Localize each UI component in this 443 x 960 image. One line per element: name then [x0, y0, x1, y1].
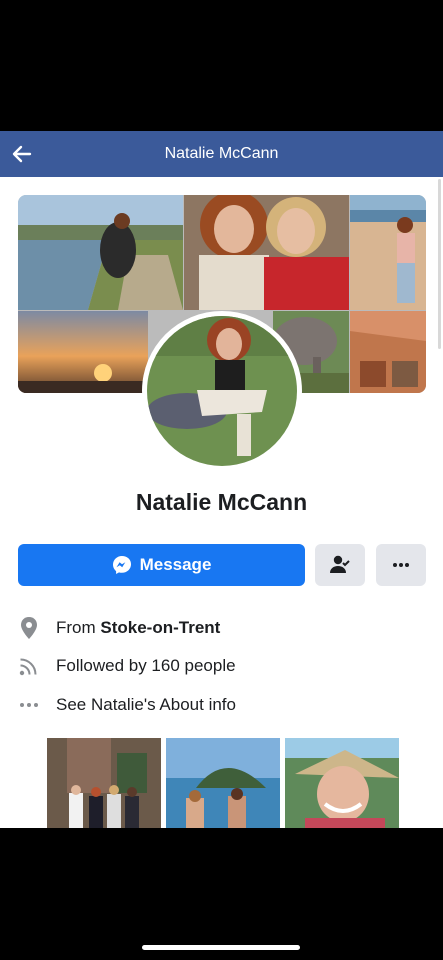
photo-thumbnail-island[interactable]	[166, 738, 280, 828]
scrollbar[interactable]	[438, 179, 441, 349]
top-bar: Natalie McCann	[0, 131, 443, 177]
more-horizontal-icon	[18, 694, 40, 716]
more-icon	[393, 563, 409, 567]
location-pin-icon	[18, 617, 40, 639]
profile-name: Natalie McCann	[135, 489, 308, 515]
message-button[interactable]: Message	[18, 544, 305, 586]
add-friend-icon	[330, 555, 350, 573]
cover-tile-lake	[18, 195, 183, 310]
about-link-text: See Natalie's About info	[56, 695, 236, 714]
photo-thumbnail-group[interactable]	[47, 738, 161, 828]
page-title: Natalie McCann	[164, 145, 279, 162]
cover-tile-sunset	[18, 311, 148, 393]
followers-text: Followed by 160 people	[56, 656, 236, 675]
hometown-prefix: From	[56, 618, 101, 637]
cover-tile-selfie	[184, 195, 349, 310]
messenger-icon	[112, 556, 131, 574]
photo-thumbnail-hat[interactable]	[285, 738, 399, 828]
photo-strip	[47, 738, 399, 828]
profile-screen: Natalie McCann Natalie McCann Message Fr…	[0, 131, 443, 828]
info-followers[interactable]: Followed by 160 people	[18, 654, 236, 678]
hometown-place: Stoke-on-Trent	[100, 618, 221, 637]
info-hometown[interactable]: From Stoke-on-Trent	[18, 616, 220, 640]
home-indicator[interactable]	[142, 945, 300, 950]
more-button[interactable]	[376, 544, 426, 586]
cover-tile-building	[350, 311, 426, 393]
cover-tile-beach	[350, 195, 426, 310]
avatar	[147, 316, 297, 466]
info-about[interactable]: See Natalie's About info	[18, 693, 236, 717]
friend-button[interactable]	[315, 544, 365, 586]
message-button-label: Message	[139, 555, 212, 574]
profile-picture[interactable]	[142, 311, 302, 471]
rss-feed-icon	[18, 655, 40, 677]
